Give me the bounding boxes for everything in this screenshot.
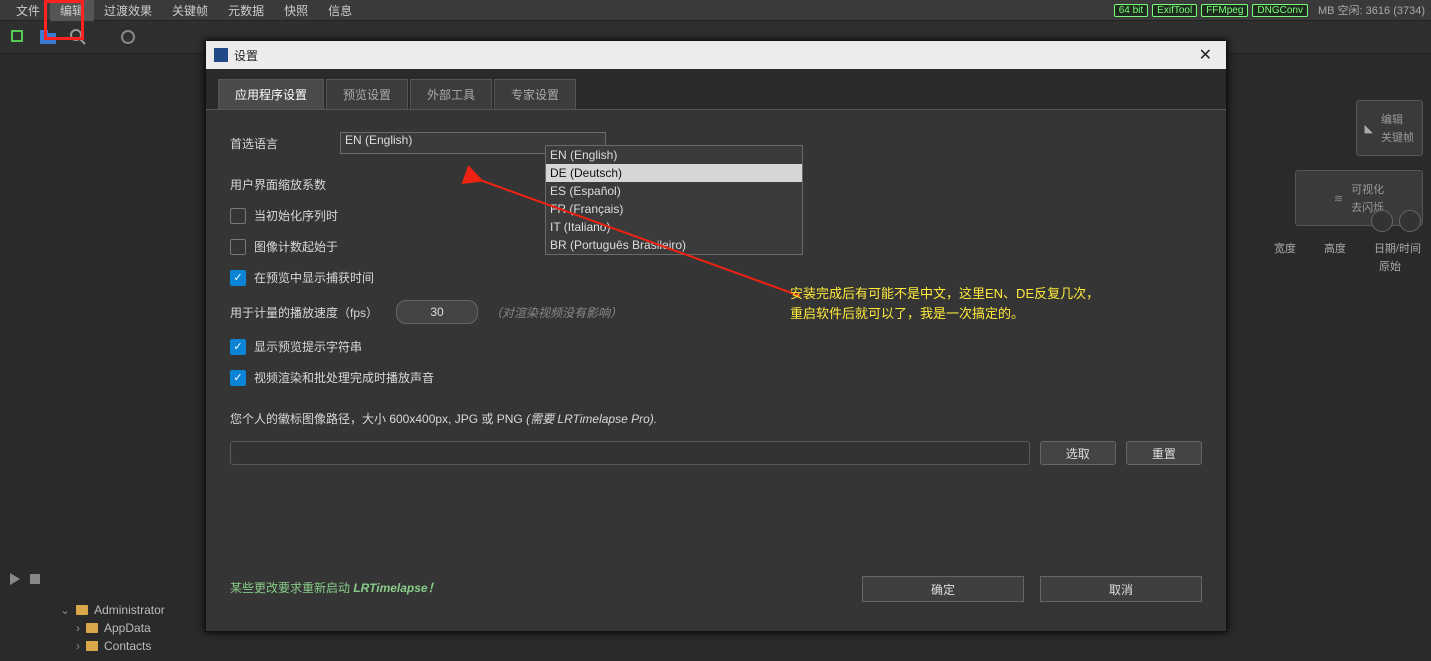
stop-icon[interactable] (30, 574, 40, 584)
annotation-text: 安装完成后有可能不是中文，这里EN、DE反复几次， 重启软件后就可以了，我是一次… (790, 284, 1099, 324)
playback-controls (10, 573, 40, 585)
settings-dialog: 设置 ✕ 应用程序设置 预览设置 外部工具 专家设置 首选语言 EN (Engl… (205, 40, 1227, 632)
menu-keyframe[interactable]: 关键帧 (162, 0, 218, 21)
folder-tree: ⌄ Administrator › AppData › Contacts (60, 601, 165, 655)
checkbox-init-sequence-label: 当初始化序列时 (254, 207, 338, 224)
tree-label: AppData (104, 621, 151, 635)
chevron-right-icon: › (76, 639, 80, 653)
right-panel: ◣ 编辑关键帧 ≋ 可视化去闪烁 (1243, 100, 1423, 226)
dialog-buttons: 确定 取消 (862, 576, 1202, 602)
wave-icon: ≋ (1334, 192, 1343, 205)
edit-keyframe-button[interactable]: ◣ 编辑关键帧 (1356, 100, 1423, 156)
visualize-label: 可视化 (1351, 181, 1384, 197)
tag-ffmpeg: FFMpeg (1201, 4, 1248, 17)
tag-64bit: 64 bit (1114, 4, 1148, 17)
tree-label: Contacts (104, 639, 151, 653)
circle-button-2[interactable] (1399, 210, 1421, 232)
checkbox-image-count[interactable] (230, 239, 246, 255)
tab-external-tools[interactable]: 外部工具 (410, 79, 492, 109)
fps-label: 用于计量的播放速度（fps） (230, 304, 396, 321)
language-label: 首选语言 (230, 135, 340, 152)
tree-node-contacts[interactable]: › Contacts (60, 637, 165, 655)
fps-input[interactable]: 30 (396, 300, 478, 324)
checkbox-play-sound[interactable]: ✓ (230, 370, 246, 386)
tree-node-appdata[interactable]: › AppData (60, 619, 165, 637)
restart-footnote: 某些更改要求重新启动 LRTimelapse！ (230, 579, 440, 596)
tree-label: Administrator (94, 603, 165, 617)
fps-hint: （对渲染视频没有影响） (490, 304, 622, 321)
circle-buttons (1371, 210, 1421, 232)
record-icon[interactable] (120, 29, 136, 45)
menubar-right: 64 bit ExifTool FFMpeg DNGConv MB 空闲: 36… (1114, 2, 1425, 18)
tab-preview-settings[interactable]: 预览设置 (326, 79, 408, 109)
checkbox-show-preview-hints[interactable]: ✓ (230, 339, 246, 355)
lang-opt-br[interactable]: BR (Português Brasileiro) (546, 236, 802, 254)
checkbox-show-preview-hints-label: 显示预览提示字符串 (254, 338, 362, 355)
tree-node-administrator[interactable]: ⌄ Administrator (60, 601, 165, 619)
folder-icon[interactable] (40, 29, 56, 45)
lang-opt-es[interactable]: ES (Español) (546, 182, 802, 200)
keyframe-label: 关键帧 (1381, 129, 1414, 145)
folder-icon (86, 641, 98, 651)
language-dropdown: EN (English) DE (Deutsch) ES (Español) F… (545, 145, 803, 255)
checkbox-play-sound-label: 视频渲染和批处理完成时播放声音 (254, 369, 434, 386)
dialog-titlebar: 设置 ✕ (206, 41, 1226, 69)
table-header: 宽度 高度 日期/时间 (1274, 240, 1421, 256)
ui-scale-label: 用户界面缩放系数 (230, 176, 340, 193)
menu-info[interactable]: 信息 (318, 0, 362, 21)
lang-opt-de[interactable]: DE (Deutsch) (546, 164, 802, 182)
checkbox-show-capture-time[interactable]: ✓ (230, 270, 246, 286)
chevron-down-icon: ⌄ (60, 603, 70, 617)
dialog-title: 设置 (234, 47, 258, 64)
col-original: 原始 (1379, 258, 1401, 274)
menu-edit[interactable]: 编辑 (50, 0, 94, 21)
lang-opt-en[interactable]: EN (English) (546, 146, 802, 164)
checkbox-init-sequence[interactable] (230, 208, 246, 224)
language-select-value: EN (English) (345, 133, 412, 147)
search-icon[interactable] (70, 29, 86, 45)
ok-button[interactable]: 确定 (862, 576, 1024, 602)
play-icon[interactable] (10, 573, 20, 585)
select-button[interactable]: 选取 (1040, 441, 1116, 465)
col-width: 宽度 (1274, 240, 1298, 256)
tag-exiftool: ExifTool (1152, 4, 1197, 17)
menu-snapshot[interactable]: 快照 (274, 0, 318, 21)
tab-app-settings[interactable]: 应用程序设置 (218, 79, 324, 109)
circle-button-1[interactable] (1371, 210, 1393, 232)
menu-transition[interactable]: 过渡效果 (94, 0, 162, 21)
col-height: 高度 (1324, 240, 1348, 256)
lang-opt-it[interactable]: IT (Italiano) (546, 218, 802, 236)
checkbox-show-capture-time-label: 在预览中显示捕获时间 (254, 269, 374, 286)
app-logo-icon (214, 48, 228, 62)
app-menubar: 文件 编辑 过渡效果 关键帧 元数据 快照 信息 64 bit ExifTool… (0, 0, 1431, 21)
settings-tabs: 应用程序设置 预览设置 外部工具 专家设置 (206, 69, 1226, 110)
crop-icon[interactable] (10, 29, 26, 45)
checkbox-image-count-label: 图像计数起始于 (254, 238, 338, 255)
tag-dngconv: DNGConv (1252, 4, 1308, 17)
tab-expert-settings[interactable]: 专家设置 (494, 79, 576, 109)
lang-opt-fr[interactable]: FR (Français) (546, 200, 802, 218)
col-datetime: 日期/时间 (1374, 240, 1421, 256)
dialog-body: 首选语言 EN (English) EN (English) DE (Deuts… (206, 110, 1226, 612)
close-icon[interactable]: ✕ (1193, 45, 1218, 65)
logo-path-input[interactable] (230, 441, 1030, 465)
cancel-button[interactable]: 取消 (1040, 576, 1202, 602)
logo-path-text: 您个人的徽标图像路径，大小 600x400px, JPG 或 PNG (需要 L… (230, 410, 657, 427)
menu-file[interactable]: 文件 (6, 0, 50, 21)
tag-icon: ◣ (1365, 122, 1373, 135)
folder-icon (86, 623, 98, 633)
fps-value: 30 (430, 305, 443, 319)
folder-icon (76, 605, 88, 615)
menu-metadata[interactable]: 元数据 (218, 0, 274, 21)
reset-button[interactable]: 重置 (1126, 441, 1202, 465)
edit-label: 编辑 (1381, 111, 1414, 127)
memory-status: MB 空闲: 3616 (3734) (1318, 2, 1425, 18)
chevron-right-icon: › (76, 621, 80, 635)
